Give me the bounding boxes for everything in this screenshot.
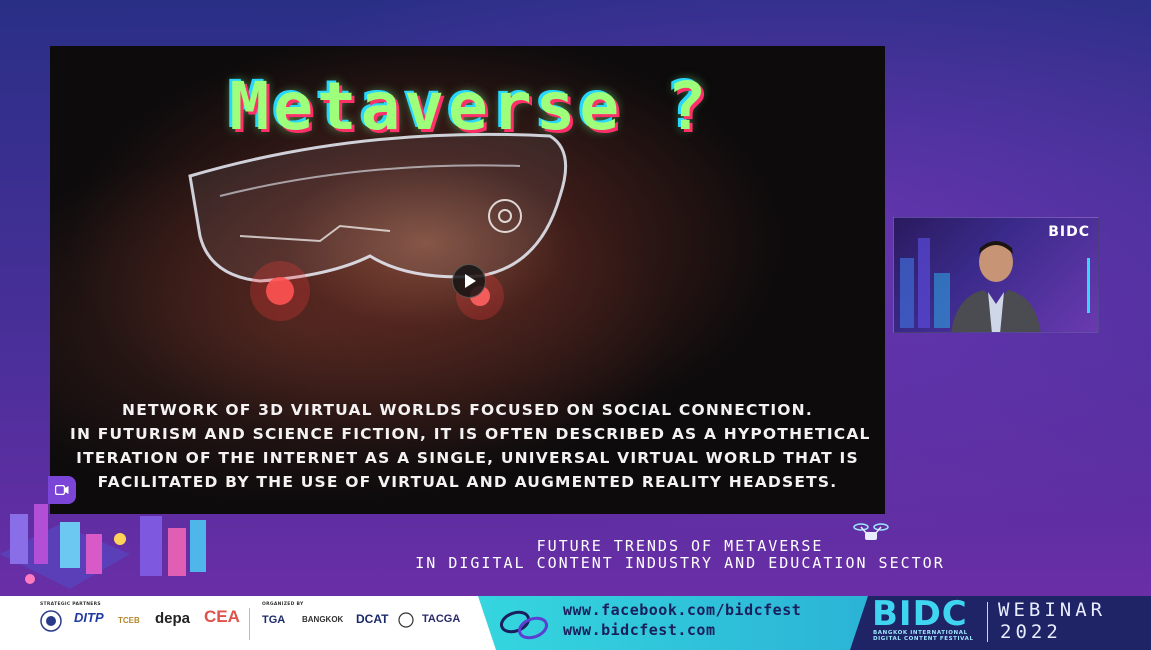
play-icon[interactable] [452,264,486,298]
sponsor-divider [249,608,250,640]
facebook-link[interactable]: www.facebook.com/bidcfest [563,600,801,620]
brand-divider [987,602,988,642]
presentation-slide: Metaverse ? NETWORK OF 3D VIRTUAL WORLDS… [50,46,885,514]
ditp-logo: DITP [74,610,104,625]
dcat-logo: DCAT [356,612,389,626]
footer-banner: STRATEGIC PARTNERS ORGANIZED BY DITP TCE… [0,594,1151,650]
tacga-logo: TACGA [422,613,461,625]
caption-line: ITERATION OF THE INTERNET AS A SINGLE, U… [76,449,859,467]
speaker-person [951,241,1041,332]
event-label: WEBINAR 2022 [998,599,1106,643]
depa-logo: depa [155,610,191,627]
caption-line: FACILITATED BY THE USE OF VIRTUAL AND AU… [97,473,838,491]
bidc-subtitle-line-2: DIGITAL CONTENT FESTIVAL [873,636,974,642]
isometric-city-graphic [0,504,206,589]
bidc-subtitle: BANGKOK INTERNATIONAL DIGITAL CONTENT FE… [873,630,974,642]
slide-title: Metaverse ? [229,68,711,145]
event-type: WEBINAR [998,599,1107,621]
strategic-partners-label: STRATEGIC PARTNERS [40,602,101,607]
slide-caption: NETWORK OF 3D VIRTUAL WORLDS FOCUSED ON … [70,398,871,494]
bangkok-logo: BANGKOK [302,615,344,624]
chain-link-icon [499,610,549,640]
caption-line: IN FUTURISM AND SCIENCE FICTION, IT IS O… [70,425,871,443]
event-year: 2022 [1000,621,1062,643]
cea-logo: CEA [204,607,240,626]
gov-seal-logo [40,610,62,632]
association-logo [398,612,414,628]
tceb-logo: TCEB [118,616,140,625]
website-link[interactable]: www.bidcfest.com [563,620,801,640]
caption-line: NETWORK OF 3D VIRTUAL WORLDS FOCUSED ON … [122,401,813,419]
session-topic: FUTURE TRENDS OF METAVERSE IN DIGITAL CO… [380,538,980,572]
contact-links: www.facebook.com/bidcfest www.bidcfest.c… [563,600,801,640]
speaker-bidc-logo: BIDC [1048,224,1090,240]
topic-line-1: FUTURE TRENDS OF METAVERSE [536,537,824,555]
tga-logo: TGA [262,614,286,626]
organized-by-label: ORGANIZED BY [262,602,304,607]
speaker-video[interactable]: BIDC [893,217,1099,333]
sponsor-strip: STRATEGIC PARTNERS ORGANIZED BY DITP TCE… [0,596,490,650]
topic-line-2: IN DIGITAL CONTENT INDUSTRY AND EDUCATIO… [415,554,945,572]
bidc-logo: BIDC [872,594,968,634]
speaker-accent-bar [1087,258,1090,313]
